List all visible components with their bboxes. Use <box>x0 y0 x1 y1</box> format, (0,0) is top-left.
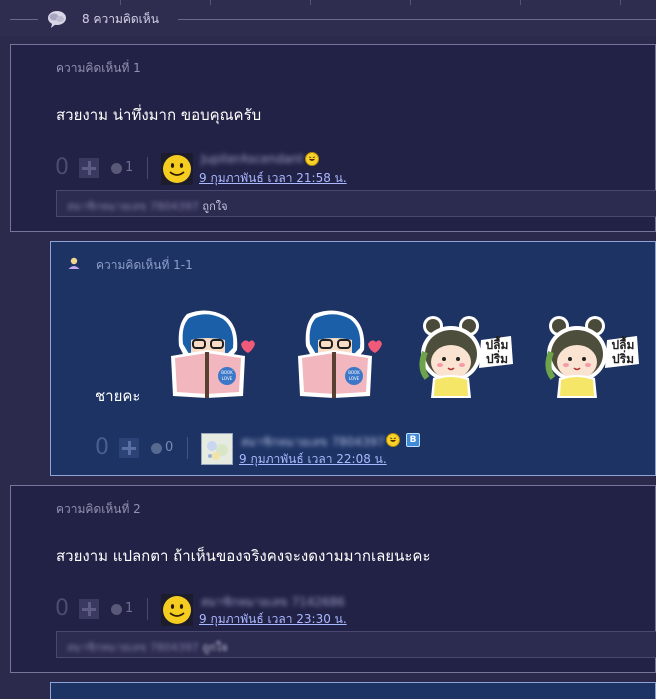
vote-score: 0 <box>95 435 109 460</box>
comment-count-label: 8 ความคิดเห็น <box>82 12 159 26</box>
emotion-count: 0 <box>165 440 174 455</box>
divider <box>210 0 211 5</box>
book-cover-text: LOVE <box>349 376 360 381</box>
emotion-count: 1 <box>125 601 134 616</box>
reaction-text: สมาชิกหมายเลข 7804397 ถูกใจ <box>67 638 228 656</box>
divider <box>620 0 621 5</box>
book-cover-text: BOOK <box>348 370 360 375</box>
divider <box>147 598 148 620</box>
reaction-label: ถูกใจ <box>202 200 228 213</box>
flower-avatar-icon <box>207 441 228 460</box>
divider <box>178 19 656 20</box>
girl-reading-book-sticker: BOOK LOVE <box>298 310 382 398</box>
reaction-label: ถูกใจ <box>202 641 228 654</box>
divider <box>187 437 188 459</box>
smiley-avatar-icon <box>163 155 191 183</box>
comment-date-link[interactable]: 9 กุมภาพันธ์ เวลา 21:58 น. <box>199 169 347 188</box>
laugh-badge-icon <box>305 152 319 166</box>
username-link[interactable]: JupiterAscendant <box>201 152 303 166</box>
divider <box>147 157 148 179</box>
comment-body: สวยงาม น่าทึ่งมาก ขอบคุณครับ <box>56 106 262 124</box>
emotion-icon[interactable] <box>151 443 162 454</box>
sticker-caption: ปลื้ม <box>486 335 509 352</box>
reaction-text: สมาชิกหมายเลข 7804397 ถูกใจ <box>67 197 228 215</box>
reply-card: ความคิดเห็นที่ 1-1 BOOK LOVE BOOK LOVE ป… <box>50 241 656 476</box>
vote-score: 0 <box>55 155 69 180</box>
reaction-names[interactable]: สมาชิกหมายเลข 7804397 <box>67 641 199 654</box>
laugh-badge-icon <box>386 433 400 447</box>
plum-prim-girl-sticker: ปลื้ม ปริ่ม <box>419 316 513 398</box>
avatar[interactable] <box>161 153 193 185</box>
emotion-icon[interactable] <box>111 604 122 615</box>
blog-badge-icon: B <box>406 433 420 447</box>
comment-number: ความคิดเห็นที่ 1 <box>56 61 141 75</box>
comment-card: ความคิดเห็นที่ 2 สวยงาม แปลกตา ถ้าเห็นขอ… <box>10 485 656 673</box>
book-cover-text: LOVE <box>222 376 233 381</box>
comment-body: ชายคะ <box>95 387 141 405</box>
reply-card <box>50 682 656 699</box>
comment-body: สวยงาม แปลกตา ถ้าเห็นของจริงคงจะงดงามมาก… <box>56 547 431 565</box>
girl-reading-book-sticker: BOOK LOVE <box>171 310 255 398</box>
divider <box>120 0 121 5</box>
avatar[interactable] <box>201 433 233 465</box>
reaction-bar: สมาชิกหมายเลข 7804397 ถูกใจ <box>56 190 656 217</box>
comment-number: ความคิดเห็นที่ 2 <box>56 502 141 516</box>
vote-plus-button[interactable] <box>79 158 99 178</box>
reaction-bar: สมาชิกหมายเลข 7804397 ถูกใจ <box>56 631 656 658</box>
comment-count-bar: 8 ความคิดเห็น <box>0 0 656 36</box>
comment-date-link[interactable]: 9 กุมภาพันธ์ เวลา 23:30 น. <box>199 610 347 629</box>
vote-score: 0 <box>55 596 69 621</box>
vote-plus-button[interactable] <box>119 438 139 458</box>
divider <box>410 0 411 5</box>
emotion-count: 1 <box>125 160 134 175</box>
smiley-avatar-icon <box>163 596 191 624</box>
avatar[interactable] <box>161 594 193 626</box>
divider <box>520 0 521 5</box>
vote-plus-button[interactable] <box>79 599 99 619</box>
speech-bubbles-icon <box>48 11 66 28</box>
divider <box>10 19 38 20</box>
comment-card: ความคิดเห็นที่ 1 สวยงาม น่าทึ่งมาก ขอบคุ… <box>10 44 656 232</box>
reply-user-icon <box>68 257 80 269</box>
sticker-caption: ปริ่ม <box>486 350 508 366</box>
book-cover-text: BOOK <box>221 370 233 375</box>
divider <box>310 0 311 5</box>
sticker-caption: ปลื้ม <box>612 335 635 352</box>
reaction-names[interactable]: สมาชิกหมายเลข 7804397 <box>67 200 199 213</box>
comment-date-link[interactable]: 9 กุมภาพันธ์ เวลา 22:08 น. <box>239 450 387 469</box>
plum-prim-girl-sticker: ปลื้ม ปริ่ม <box>545 316 639 398</box>
emotion-icon[interactable] <box>111 163 122 174</box>
sticker-caption: ปริ่ม <box>612 350 634 366</box>
comment-number: ความคิดเห็นที่ 1-1 <box>96 258 193 272</box>
